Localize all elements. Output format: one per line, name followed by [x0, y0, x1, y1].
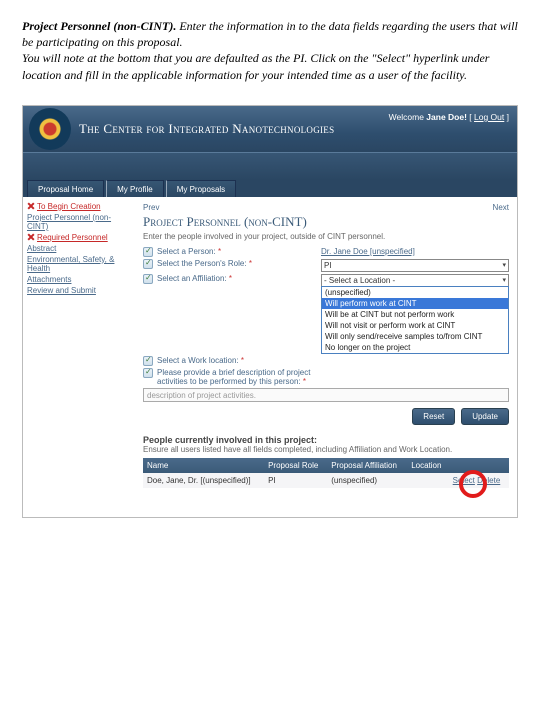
table-row: Doe, Jane, Dr. [(unspecified)] PI (unspe…	[143, 473, 509, 488]
section-title: Project Personnel (non-CINT)	[143, 214, 509, 230]
affiliation-dropdown: (unspecified) Will perform work at CINT …	[321, 286, 509, 354]
x-icon	[27, 233, 35, 241]
delete-link[interactable]: Delete	[477, 476, 500, 485]
section-subtext: Enter the people involved in your projec…	[143, 232, 509, 241]
check-icon	[143, 274, 153, 284]
sidebar-item-required: Required Personnel	[27, 232, 131, 243]
nav-tabs: Proposal Home My Profile My Proposals	[23, 180, 517, 197]
app-window: The Center for Integrated Nanotechnologi…	[22, 105, 518, 518]
check-icon	[143, 356, 153, 366]
role-select[interactable]: PI ▾	[321, 259, 509, 272]
check-icon	[143, 247, 153, 257]
instruction-title: Project Personnel (non-CINT).	[22, 19, 176, 33]
prev-link[interactable]: Prev	[143, 203, 159, 212]
chevron-down-icon: ▾	[502, 276, 506, 285]
col-name: Name	[143, 458, 264, 473]
table-header-row: Name Proposal Role Proposal Affiliation …	[143, 458, 509, 473]
dropdown-option[interactable]: (unspecified)	[322, 287, 508, 298]
col-actions	[449, 458, 509, 473]
tab-my-profile[interactable]: My Profile	[106, 180, 164, 197]
dropdown-option[interactable]: Will only send/receive samples to/from C…	[322, 331, 508, 342]
form-row-description: Please provide a brief description of pr…	[143, 368, 509, 386]
people-title: People currently involved in this projec…	[143, 435, 509, 445]
update-button[interactable]: Update	[461, 408, 509, 425]
form-row-person: Select a Person: * Dr. Jane Doe [unspeci…	[143, 247, 509, 257]
people-table: Name Proposal Role Proposal Affiliation …	[143, 458, 509, 488]
tab-my-proposals[interactable]: My Proposals	[166, 180, 236, 197]
chevron-down-icon: ▾	[502, 261, 506, 270]
people-subtext: Ensure all users listed have all fields …	[143, 445, 509, 454]
sidebar-item-esh[interactable]: Environmental, Safety, & Health	[27, 254, 131, 274]
sidebar-item-review[interactable]: Review and Submit	[27, 285, 131, 296]
next-link[interactable]: Next	[493, 203, 509, 212]
sidebar-item-begin: To Begin Creation	[27, 201, 131, 212]
form-row-location: Select a Work location: *	[143, 356, 509, 366]
sidebar-item-attachments[interactable]: Attachments	[27, 274, 131, 285]
col-location: Location	[407, 458, 448, 473]
dropdown-option[interactable]: No longer on the project	[322, 342, 508, 353]
welcome-message: Welcome Jane Doe! [ Log Out ]	[389, 112, 509, 122]
sidebar-item-abstract[interactable]: Abstract	[27, 243, 131, 254]
logout-link[interactable]: Log Out	[474, 112, 504, 122]
instruction-text: Project Personnel (non-CINT). Enter the …	[22, 18, 518, 83]
form-row-role: Select the Person's Role: * PI ▾	[143, 259, 509, 272]
col-role: Proposal Role	[264, 458, 327, 473]
dropdown-option[interactable]: Will perform work at CINT	[322, 298, 508, 309]
col-affil: Proposal Affiliation	[327, 458, 407, 473]
dropdown-option[interactable]: Will not visit or perform work at CINT	[322, 320, 508, 331]
dropdown-option[interactable]: Will be at CINT but not perform work	[322, 309, 508, 320]
sidebar: To Begin Creation Project Personnel (non…	[23, 197, 135, 517]
main-content: Prev Next Project Personnel (non-CINT) E…	[135, 197, 517, 517]
person-link[interactable]: Dr. Jane Doe [unspecified]	[321, 247, 415, 256]
header-blue-bar	[23, 152, 517, 180]
app-header: The Center for Integrated Nanotechnologi…	[23, 106, 517, 152]
form-row-affiliation: Select an Affiliation: * - Select a Loca…	[143, 274, 509, 354]
app-title: The Center for Integrated Nanotechnologi…	[79, 121, 334, 137]
check-icon	[143, 259, 153, 269]
x-icon	[27, 202, 35, 210]
sidebar-item-personnel[interactable]: Project Personnel (non-CINT)	[27, 212, 131, 232]
select-link[interactable]: Select	[453, 476, 475, 485]
description-textarea[interactable]: description of project activities.	[143, 388, 509, 402]
cint-logo-icon	[29, 108, 71, 150]
check-icon	[143, 368, 153, 378]
reset-button[interactable]: Reset	[412, 408, 455, 425]
tab-proposal-home[interactable]: Proposal Home	[27, 180, 104, 197]
